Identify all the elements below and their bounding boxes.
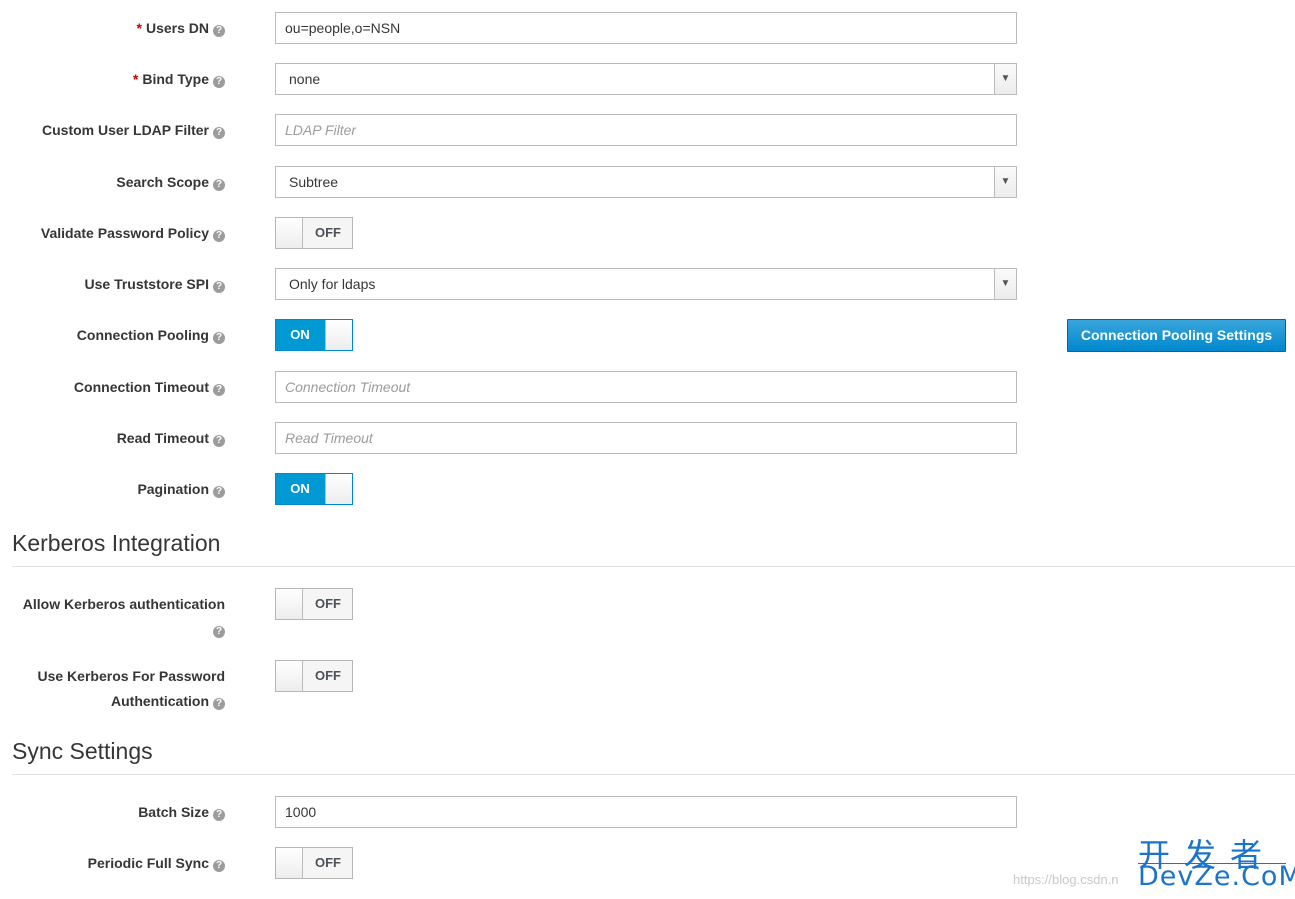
connection-pooling-settings-button[interactable]: Connection Pooling Settings: [1067, 319, 1286, 352]
validate-password-policy-label: Validate Password Policy?: [41, 223, 225, 243]
users-dn-label: * Users DN?: [137, 18, 225, 38]
read-timeout-row: Read Timeout? Read Timeout: [0, 422, 1295, 454]
use-kerberos-password-switch[interactable]: OFF: [275, 660, 353, 692]
sync-section-title: Sync Settings: [12, 736, 1295, 775]
pagination-switch[interactable]: ON: [275, 473, 353, 505]
search-scope-row: Search Scope? Subtree ▼: [0, 166, 1295, 198]
custom-filter-row: Custom User LDAP Filter? LDAP Filter: [0, 114, 1295, 146]
validate-password-policy-row: Validate Password Policy? OFF: [0, 217, 1295, 249]
custom-filter-label: Custom User LDAP Filter?: [42, 120, 225, 140]
question-circle-icon[interactable]: ?: [213, 332, 225, 344]
validate-password-policy-switch[interactable]: OFF: [275, 217, 353, 249]
users-dn-input[interactable]: ou=people,o=NSN: [275, 12, 1017, 44]
pagination-label: Pagination?: [137, 479, 225, 499]
connection-pooling-row: Connection Pooling? ON Connection Poolin…: [0, 319, 1295, 352]
pagination-row: Pagination? ON: [0, 473, 1295, 505]
question-circle-icon[interactable]: ?: [213, 809, 225, 821]
batch-size-input[interactable]: 1000: [275, 796, 1017, 828]
chevron-down-icon[interactable]: ▼: [994, 167, 1016, 197]
bind-type-select[interactable]: none ▼: [275, 63, 1017, 95]
connection-timeout-input[interactable]: Connection Timeout: [275, 371, 1017, 403]
batch-size-label: Batch Size?: [138, 802, 225, 822]
required-marker: *: [132, 71, 139, 87]
question-circle-icon[interactable]: ?: [213, 486, 225, 498]
truststore-label: Use Truststore SPI?: [85, 274, 225, 294]
question-circle-icon[interactable]: ?: [213, 860, 225, 872]
allow-kerberos-row: Allow Kerberos authentication? OFF: [0, 588, 1295, 640]
allow-kerberos-switch[interactable]: OFF: [275, 588, 353, 620]
use-kerberos-password-label: Use Kerberos For Password Authentication…: [37, 668, 225, 710]
switch-knob: [276, 848, 303, 878]
question-circle-icon[interactable]: ?: [213, 179, 225, 191]
custom-filter-input[interactable]: LDAP Filter: [275, 114, 1017, 146]
connection-pooling-switch[interactable]: ON: [275, 319, 353, 351]
search-scope-select[interactable]: Subtree ▼: [275, 166, 1017, 198]
question-circle-icon[interactable]: ?: [213, 230, 225, 242]
connection-timeout-label: Connection Timeout?: [74, 377, 225, 397]
use-kerberos-password-row: Use Kerberos For Password Authentication…: [0, 660, 1295, 712]
switch-knob: [325, 474, 352, 504]
switch-knob: [276, 589, 303, 619]
watermark-url: https://blog.csdn.n: [1013, 872, 1119, 887]
kerberos-section-title: Kerberos Integration: [12, 528, 1295, 567]
switch-knob: [325, 320, 352, 350]
question-circle-icon[interactable]: ?: [213, 435, 225, 447]
read-timeout-label: Read Timeout?: [117, 428, 225, 448]
question-circle-icon[interactable]: ?: [213, 384, 225, 396]
watermark-en: DevZe.CoM: [1138, 861, 1295, 892]
question-circle-icon[interactable]: ?: [213, 25, 225, 37]
connection-pooling-label: Connection Pooling?: [77, 325, 225, 345]
connection-timeout-row: Connection Timeout? Connection Timeout: [0, 371, 1295, 403]
switch-knob: [276, 661, 303, 691]
read-timeout-input[interactable]: Read Timeout: [275, 422, 1017, 454]
periodic-full-sync-switch[interactable]: OFF: [275, 847, 353, 879]
switch-knob: [276, 218, 303, 248]
truststore-row: Use Truststore SPI? Only for ldaps ▼: [0, 268, 1295, 300]
bind-type-row: * Bind Type? none ▼: [0, 63, 1295, 95]
batch-size-row: Batch Size? 1000: [0, 796, 1295, 828]
required-marker: *: [136, 20, 142, 36]
chevron-down-icon[interactable]: ▼: [994, 64, 1016, 94]
search-scope-label: Search Scope?: [116, 172, 225, 192]
question-circle-icon[interactable]: ?: [213, 281, 225, 293]
chevron-down-icon[interactable]: ▼: [994, 269, 1016, 299]
allow-kerberos-label: Allow Kerberos authentication?: [22, 596, 225, 638]
users-dn-row: * Users DN? ou=people,o=NSN: [0, 12, 1295, 44]
periodic-full-sync-label: Periodic Full Sync?: [88, 853, 225, 873]
question-circle-icon[interactable]: ?: [213, 76, 225, 88]
question-circle-icon[interactable]: ?: [213, 127, 225, 139]
question-circle-icon[interactable]: ?: [213, 626, 225, 638]
bind-type-label: * Bind Type?: [133, 69, 225, 89]
truststore-select[interactable]: Only for ldaps ▼: [275, 268, 1017, 300]
question-circle-icon[interactable]: ?: [213, 698, 225, 710]
